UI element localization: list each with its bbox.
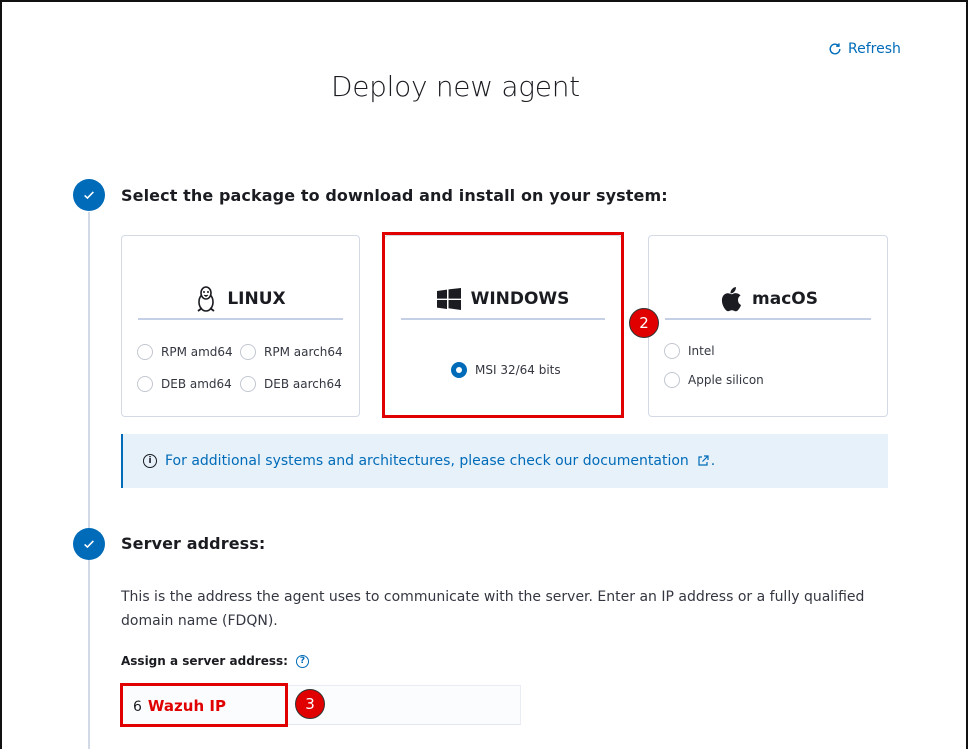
radio-circle[interactable] — [240, 376, 256, 392]
radio-deb-amd64[interactable]: DEB amd64 — [137, 376, 232, 392]
checkmark-icon — [84, 191, 94, 200]
radio-intel[interactable]: Intel — [664, 343, 715, 359]
radio-circle[interactable] — [240, 344, 256, 360]
refresh-label: Refresh — [848, 41, 901, 57]
linux-penguin-icon — [197, 286, 215, 312]
annotation-badge-3: 3 — [295, 689, 325, 719]
server-input-highlight — [120, 683, 288, 727]
radio-circle[interactable] — [664, 343, 680, 359]
documentation-link[interactable]: For additional systems and architectures… — [165, 453, 689, 469]
radio-circle[interactable] — [664, 372, 680, 388]
option-label: Intel — [688, 344, 715, 358]
server-address-field-label: Assign a server address: ? — [121, 654, 309, 668]
page-title: Deploy new agent — [331, 70, 580, 103]
checkmark-icon — [84, 540, 94, 549]
apple-logo-icon — [721, 287, 742, 312]
step-1-complete-check — [73, 179, 105, 211]
radio-circle[interactable] — [137, 344, 153, 360]
linux-card-header: LINUX — [138, 280, 343, 320]
refresh-icon — [829, 43, 841, 55]
radio-apple-silicon[interactable]: Apple silicon — [664, 372, 764, 388]
callout-period: . — [710, 453, 716, 469]
info-icon: i — [143, 454, 157, 468]
option-label: RPM amd64 — [161, 345, 233, 359]
step-1-title: Select the package to download and insta… — [121, 186, 668, 205]
option-label: DEB aarch64 — [264, 377, 342, 391]
step-2-complete-check — [73, 528, 105, 560]
macos-card-header: macOS — [665, 280, 871, 320]
radio-circle[interactable] — [137, 376, 153, 392]
radio-rpm-amd64[interactable]: RPM amd64 — [137, 344, 233, 360]
steps-connector-line — [88, 212, 90, 749]
option-label: Apple silicon — [688, 373, 764, 387]
refresh-button[interactable]: Refresh — [828, 41, 901, 57]
linux-label: LINUX — [227, 289, 286, 309]
server-address-description: This is the address the agent uses to co… — [121, 589, 865, 629]
step-2-title: Server address: — [121, 534, 266, 553]
windows-card-highlight — [382, 232, 624, 418]
annotation-badge-2: 2 — [629, 308, 659, 338]
radio-rpm-aarch64[interactable]: RPM aarch64 — [240, 344, 343, 360]
radio-deb-aarch64[interactable]: DEB aarch64 — [240, 376, 342, 392]
external-link-icon — [698, 455, 709, 466]
option-label: RPM aarch64 — [264, 345, 343, 359]
help-icon[interactable]: ? — [295, 654, 309, 668]
option-label: DEB amd64 — [161, 377, 232, 391]
macos-card: macOS — [648, 235, 888, 417]
field-label-text: Assign a server address: — [121, 654, 288, 668]
documentation-callout: i For additional systems and architectur… — [121, 434, 888, 488]
macos-label: macOS — [752, 289, 818, 309]
